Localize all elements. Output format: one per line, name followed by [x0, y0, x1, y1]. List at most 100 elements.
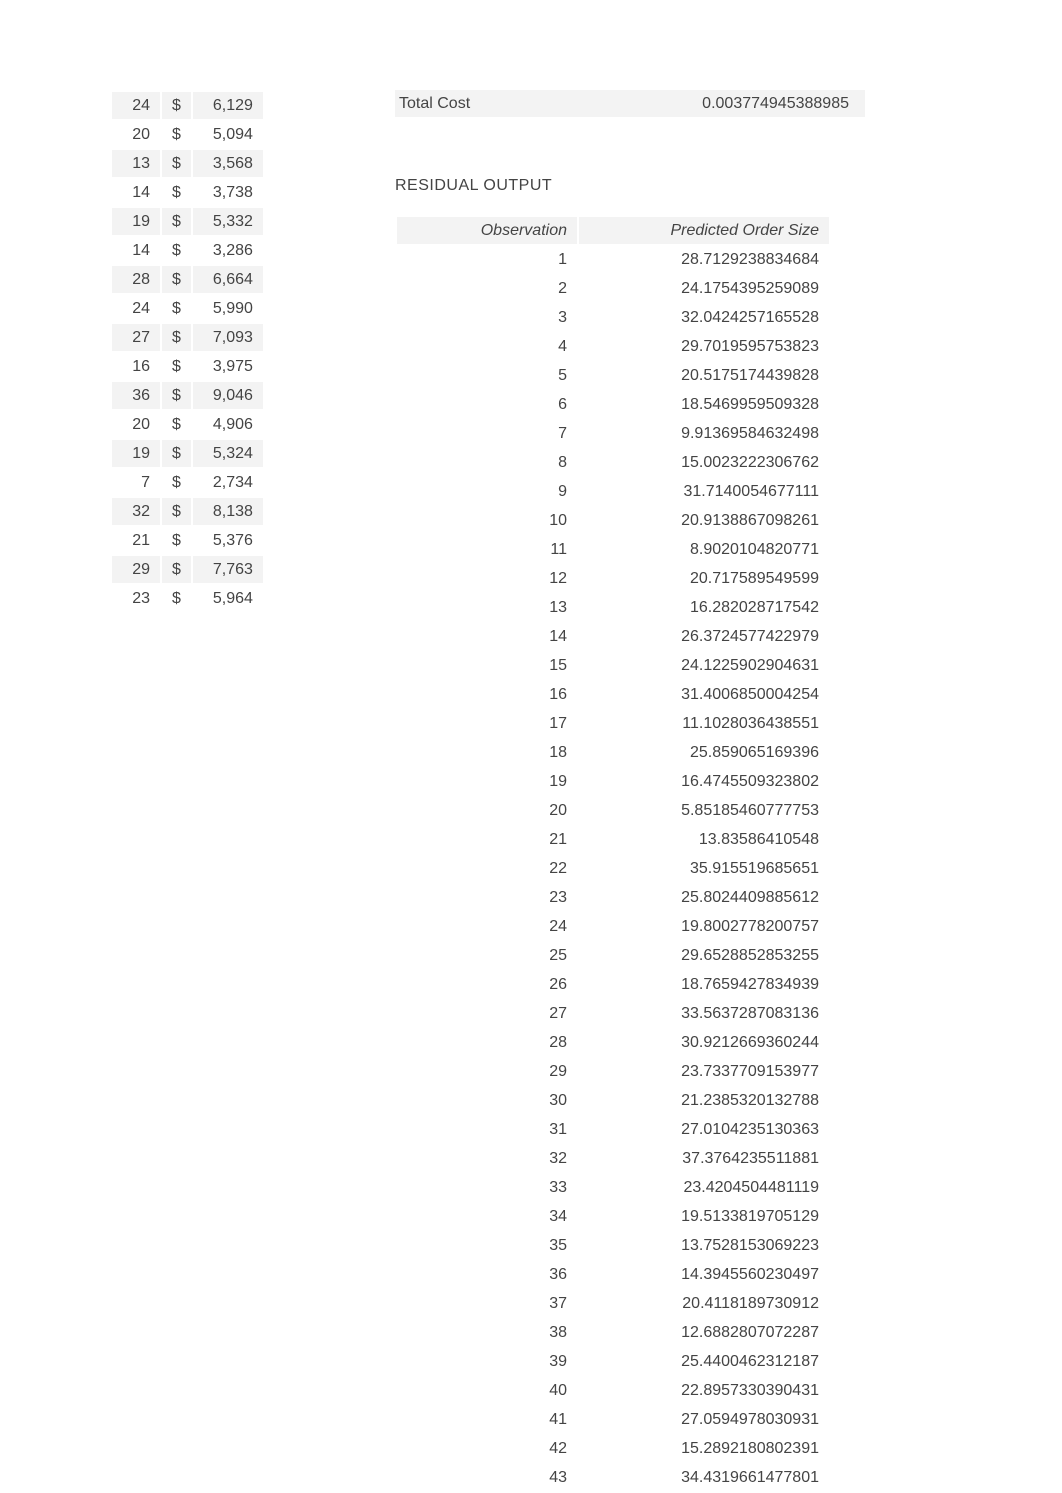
- cell-qty: 19: [112, 440, 160, 467]
- table-row: 205.85185460777753: [397, 797, 829, 824]
- table-row: 4127.0594978030931: [397, 1406, 829, 1433]
- table-row: 2733.5637287083136: [397, 1000, 829, 1027]
- table-row: 520.5175174439828: [397, 362, 829, 389]
- table-row: 2618.7659427834939: [397, 971, 829, 998]
- predicted-cell: 30.9212669360244: [579, 1029, 829, 1056]
- cell-qty: 36: [112, 382, 160, 409]
- table-row: 1524.1225902904631: [397, 652, 829, 679]
- table-row: 29$7,763: [112, 556, 263, 583]
- table-row: 20$4,906: [112, 411, 263, 438]
- observation-header: Observation: [397, 217, 577, 244]
- observation-cell: 7: [397, 420, 577, 447]
- observation-cell: 19: [397, 768, 577, 795]
- predicted-cell: 32.0424257165528: [579, 304, 829, 331]
- cell-qty: 23: [112, 585, 160, 612]
- predicted-cell: 13.83586410548: [579, 826, 829, 853]
- observation-cell: 26: [397, 971, 577, 998]
- cell-amount: 5,094: [193, 121, 263, 148]
- cell-amount: 5,332: [193, 208, 263, 235]
- table-row: 3021.2385320132788: [397, 1087, 829, 1114]
- predicted-cell: 14.3945560230497: [579, 1261, 829, 1288]
- cell-amount: 7,763: [193, 556, 263, 583]
- table-row: 1825.859065169396: [397, 739, 829, 766]
- residual-output-table: ObservationPredicted Order Size128.71292…: [395, 215, 831, 1493]
- table-row: 1316.282028717542: [397, 594, 829, 621]
- table-row: 27$7,093: [112, 324, 263, 351]
- observation-cell: 6: [397, 391, 577, 418]
- table-row: 3614.3945560230497: [397, 1261, 829, 1288]
- predicted-cell: 23.4204504481119: [579, 1174, 829, 1201]
- table-row: 931.7140054677111: [397, 478, 829, 505]
- predicted-cell: 16.4745509323802: [579, 768, 829, 795]
- observation-cell: 20: [397, 797, 577, 824]
- cell-currency: $: [162, 266, 191, 293]
- table-row: 23$5,964: [112, 585, 263, 612]
- observation-cell: 32: [397, 1145, 577, 1172]
- table-row: 2113.83586410548: [397, 826, 829, 853]
- table-row: 332.0424257165528: [397, 304, 829, 331]
- predicted-cell: 34.4319661477801: [579, 1464, 829, 1491]
- predicted-cell: 26.3724577422979: [579, 623, 829, 650]
- predicted-cell: 11.1028036438551: [579, 710, 829, 737]
- observation-cell: 8: [397, 449, 577, 476]
- total-cost-label: Total Cost: [399, 95, 599, 113]
- cell-currency: $: [162, 556, 191, 583]
- cell-amount: 7,093: [193, 324, 263, 351]
- predicted-cell: 20.4118189730912: [579, 1290, 829, 1317]
- predicted-cell: 25.859065169396: [579, 739, 829, 766]
- predicted-cell: 16.282028717542: [579, 594, 829, 621]
- table-row: 16$3,975: [112, 353, 263, 380]
- predicted-cell: 20.9138867098261: [579, 507, 829, 534]
- table-row: 2529.6528852853255: [397, 942, 829, 969]
- predicted-cell: 19.5133819705129: [579, 1203, 829, 1230]
- cell-amount: 5,990: [193, 295, 263, 322]
- observation-cell: 39: [397, 1348, 577, 1375]
- cell-qty: 21: [112, 527, 160, 554]
- observation-cell: 10: [397, 507, 577, 534]
- observation-cell: 28: [397, 1029, 577, 1056]
- observation-cell: 15: [397, 652, 577, 679]
- table-row: 1916.4745509323802: [397, 768, 829, 795]
- observation-cell: 23: [397, 884, 577, 911]
- observation-cell: 5: [397, 362, 577, 389]
- predicted-cell: 21.2385320132788: [579, 1087, 829, 1114]
- observation-cell: 41: [397, 1406, 577, 1433]
- cell-qty: 16: [112, 353, 160, 380]
- table-row: 2325.8024409885612: [397, 884, 829, 911]
- observation-cell: 31: [397, 1116, 577, 1143]
- table-row: 3812.6882807072287: [397, 1319, 829, 1346]
- observation-cell: 29: [397, 1058, 577, 1085]
- table-row: 2235.915519685651: [397, 855, 829, 882]
- predicted-cell: 20.5175174439828: [579, 362, 829, 389]
- predicted-cell: 33.5637287083136: [579, 1000, 829, 1027]
- predicted-cell: 25.8024409885612: [579, 884, 829, 911]
- predicted-cell: 18.7659427834939: [579, 971, 829, 998]
- left-data-table: 24$6,12920$5,09413$3,56814$3,73819$5,332…: [110, 90, 265, 614]
- predicted-cell: 9.91369584632498: [579, 420, 829, 447]
- cell-qty: 14: [112, 237, 160, 264]
- cell-qty: 13: [112, 150, 160, 177]
- table-row: 3323.4204504481119: [397, 1174, 829, 1201]
- cell-currency: $: [162, 411, 191, 438]
- cell-amount: 6,664: [193, 266, 263, 293]
- observation-cell: 3: [397, 304, 577, 331]
- cell-qty: 24: [112, 92, 160, 119]
- table-row: 128.7129238834684: [397, 246, 829, 273]
- predicted-cell: 24.1754395259089: [579, 275, 829, 302]
- total-cost-value: 0.003774945388985: [599, 95, 849, 113]
- cell-amount: 9,046: [193, 382, 263, 409]
- cell-currency: $: [162, 208, 191, 235]
- table-row: 24$6,129: [112, 92, 263, 119]
- cell-qty: 20: [112, 411, 160, 438]
- cell-amount: 4,906: [193, 411, 263, 438]
- predicted-cell: 29.7019595753823: [579, 333, 829, 360]
- observation-cell: 42: [397, 1435, 577, 1462]
- table-row: 14$3,286: [112, 237, 263, 264]
- observation-cell: 11: [397, 536, 577, 563]
- observation-cell: 25: [397, 942, 577, 969]
- table-row: 618.5469959509328: [397, 391, 829, 418]
- table-row: 3419.5133819705129: [397, 1203, 829, 1230]
- table-row: 429.7019595753823: [397, 333, 829, 360]
- observation-cell: 18: [397, 739, 577, 766]
- observation-cell: 21: [397, 826, 577, 853]
